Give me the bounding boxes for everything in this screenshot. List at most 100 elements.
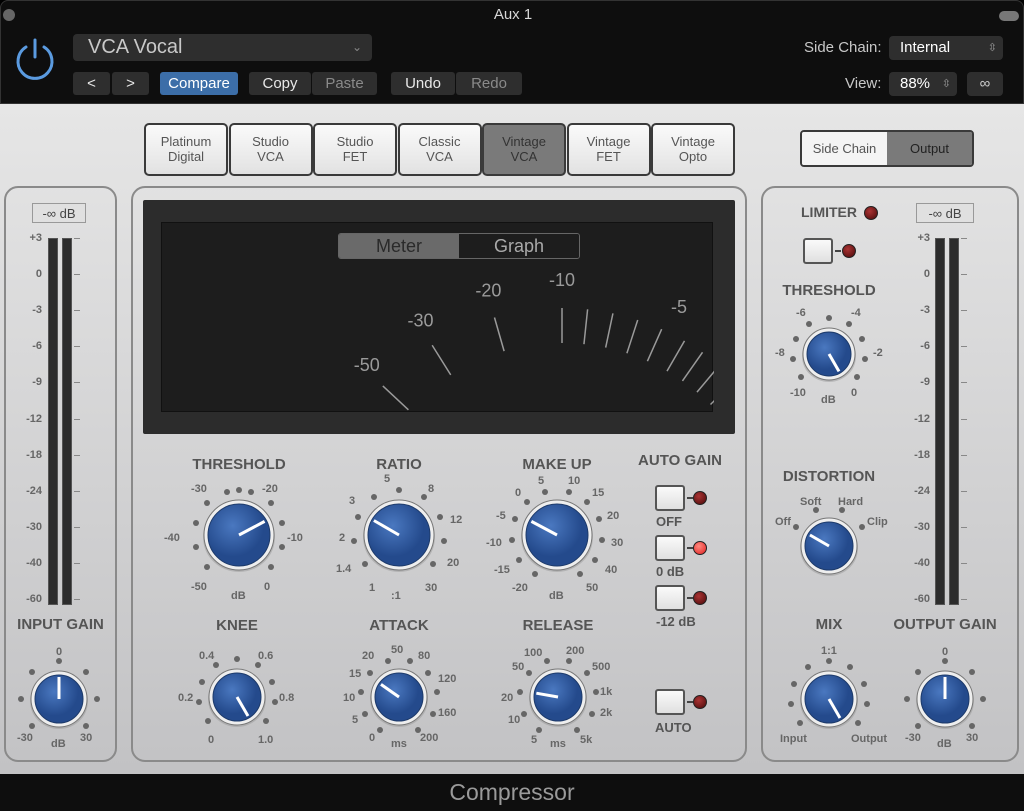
prev-preset-button[interactable]: < bbox=[73, 72, 110, 95]
meter-scale-label: -60 bbox=[26, 593, 42, 605]
threshold-tick-dot bbox=[224, 488, 231, 495]
makeup-tick-label: 0 bbox=[515, 487, 522, 499]
circuit-button-studio-fet[interactable]: Studio FET bbox=[313, 123, 397, 176]
circuit-label-line1: Classic bbox=[418, 134, 461, 149]
window-title: Aux 1 bbox=[493, 6, 533, 23]
circuit-label-line2: VCA bbox=[257, 149, 284, 164]
input-gain-tick-dot bbox=[82, 669, 89, 676]
threshold-tick-dot bbox=[192, 520, 199, 527]
release-tick-label: 1k bbox=[600, 686, 613, 698]
threshold-tick-dot bbox=[204, 563, 211, 570]
circuit-label-line1: Platinum bbox=[160, 134, 212, 149]
meter-scale-label: -3 bbox=[32, 304, 42, 317]
next-preset-button[interactable]: > bbox=[112, 72, 149, 95]
preset-dropdown[interactable]: VCA Vocal ⌄ bbox=[73, 34, 372, 61]
view-label: View: bbox=[845, 75, 882, 92]
ratio-tick-dot bbox=[396, 487, 402, 493]
limiter-threshold-tick-label: -4 bbox=[851, 307, 861, 319]
limiter-threshold-tick-label: -2 bbox=[873, 347, 883, 359]
release-label: RELEASE bbox=[522, 617, 594, 634]
meter-scale-tick bbox=[961, 382, 967, 384]
auto-button[interactable] bbox=[655, 689, 685, 715]
compare-button[interactable]: Compare bbox=[160, 72, 238, 95]
attack-tick-label: 5 bbox=[352, 714, 359, 726]
circuit-button-platinum-digital[interactable]: Platinum Digital bbox=[144, 123, 228, 176]
preset-name: VCA Vocal bbox=[88, 36, 183, 58]
auto-gain-button-1[interactable] bbox=[655, 535, 685, 561]
circuit-button-vintage-opto[interactable]: Vintage Opto bbox=[651, 123, 735, 176]
circuit-button-classic-vca[interactable]: Classic VCA bbox=[397, 123, 482, 176]
redo-button[interactable]: Redo bbox=[456, 72, 522, 95]
auto-gain-led-1 bbox=[693, 541, 707, 555]
meter-scale-tick bbox=[74, 599, 80, 600]
undo-button[interactable]: Undo bbox=[391, 72, 455, 95]
tab-side-chain[interactable]: Side Chain bbox=[802, 132, 887, 165]
vu-needle bbox=[688, 396, 714, 413]
release-tick-label: 100 bbox=[524, 647, 543, 659]
paste-button[interactable]: Paste bbox=[312, 72, 377, 95]
distortion-tick-label: Hard bbox=[838, 496, 864, 508]
window-pill-button[interactable] bbox=[999, 11, 1019, 21]
link-icon: ∞ bbox=[979, 75, 991, 92]
tab-output[interactable]: Output bbox=[887, 132, 972, 165]
mix-tick-dot bbox=[826, 658, 832, 664]
release-tick-dot bbox=[566, 657, 573, 664]
meter-scale-label: -9 bbox=[32, 376, 42, 389]
release-tick-label: 200 bbox=[566, 645, 585, 657]
knee-tick-label: 0.2 bbox=[178, 692, 194, 704]
auto-gain-button-2[interactable] bbox=[655, 585, 685, 611]
vu-tick bbox=[681, 351, 704, 382]
ratio-unit-label: :1 bbox=[391, 590, 401, 602]
makeup-tick-label: -5 bbox=[496, 510, 506, 522]
release-knob[interactable] bbox=[528, 667, 588, 727]
attack-tick-dot bbox=[384, 657, 391, 664]
copy-button[interactable]: Copy bbox=[249, 72, 311, 95]
view-zoom-select[interactable]: 88% ⇳ bbox=[889, 72, 957, 96]
limiter-toggle-button[interactable] bbox=[803, 238, 833, 264]
distortion-knob[interactable] bbox=[799, 516, 859, 576]
circuit-button-vintage-vca[interactable]: Vintage VCA bbox=[482, 123, 566, 176]
vu-tick bbox=[583, 309, 589, 345]
input-gain-knob[interactable] bbox=[29, 669, 89, 729]
vu-meter-face: Meter Graph -50-30-20-10-50 bbox=[161, 222, 714, 413]
mix-tick-dot bbox=[863, 701, 870, 708]
ratio-tick-label: 8 bbox=[428, 483, 435, 495]
output-meter-left bbox=[935, 238, 945, 605]
vu-tick bbox=[666, 340, 686, 372]
auto-gain-button-0[interactable] bbox=[655, 485, 685, 511]
knee-tick-dot bbox=[271, 699, 278, 706]
knee-tick-dot bbox=[234, 656, 240, 662]
output-gain-tick-dot bbox=[915, 722, 922, 729]
distortion-tick-label: Off bbox=[775, 516, 791, 528]
auto-gain-label: AUTO GAIN bbox=[638, 452, 722, 469]
attack-unit-label: ms bbox=[391, 738, 407, 750]
attack-tick-label: 200 bbox=[420, 732, 439, 744]
output-gain-knob[interactable] bbox=[915, 669, 975, 729]
output-meter-right bbox=[949, 238, 959, 605]
circuit-type-selector: Platinum Digital Studio VCA Studio FET Classic… bbox=[144, 123, 736, 176]
makeup-tick-label: 50 bbox=[586, 582, 599, 594]
distortion-tick-label: Soft bbox=[800, 496, 822, 508]
updown-chevron-icon: ⇳ bbox=[941, 78, 951, 90]
attack-knob[interactable] bbox=[369, 667, 429, 727]
threshold-tick-label: -30 bbox=[191, 483, 207, 495]
side-chain-select[interactable]: Internal ⇳ bbox=[889, 36, 1003, 60]
threshold-knob[interactable] bbox=[202, 498, 276, 572]
circuit-button-studio-vca[interactable]: Studio VCA bbox=[228, 123, 313, 176]
vu-tick bbox=[696, 370, 714, 393]
power-icon[interactable] bbox=[13, 37, 57, 81]
view-zoom-value: 88% bbox=[900, 75, 931, 92]
mix-knob[interactable] bbox=[799, 669, 859, 729]
makeup-tick-dot bbox=[598, 536, 605, 543]
makeup-knob[interactable] bbox=[520, 498, 594, 572]
input-gain-tick-dot bbox=[56, 658, 62, 664]
mix-tick-label: 1:1 bbox=[821, 645, 837, 657]
input-gain-tick-dot bbox=[18, 696, 24, 702]
ratio-tick-label: 12 bbox=[450, 514, 463, 526]
circuit-button-vintage-fet[interactable]: Vintage FET bbox=[566, 123, 651, 176]
limiter-threshold-knob[interactable] bbox=[801, 326, 857, 382]
output-level-readout: -∞ dB bbox=[916, 203, 974, 223]
knee-knob[interactable] bbox=[207, 667, 267, 727]
ratio-knob[interactable] bbox=[362, 498, 436, 572]
link-button[interactable]: ∞ bbox=[967, 72, 1003, 96]
